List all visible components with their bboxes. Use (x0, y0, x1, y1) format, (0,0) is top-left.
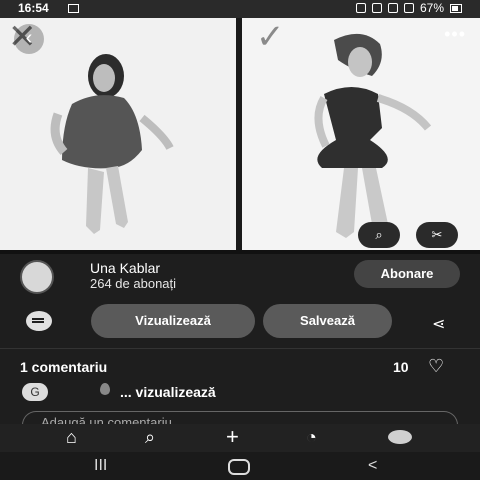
hotspot-icon (371, 3, 382, 13)
status-time: 16:54 (18, 1, 49, 15)
battery-icon (450, 3, 462, 13)
plus-icon[interactable]: + (226, 424, 239, 450)
chat-icon[interactable]: ◔ (306, 427, 317, 448)
share-icon[interactable]: ⋖ (432, 314, 445, 334)
home-button[interactable] (228, 459, 250, 475)
back-icon[interactable]: ‹ (14, 24, 44, 54)
signal-icon (403, 3, 414, 13)
status-bar: 16:54 67% (0, 0, 480, 18)
follow-button[interactable]: Abonare (354, 260, 460, 288)
author-avatar[interactable] (20, 260, 54, 294)
search-icon[interactable]: ⌕ (145, 427, 155, 448)
message-icon[interactable] (26, 311, 52, 331)
heart-icon[interactable]: ♡ (428, 356, 444, 377)
lens-icon[interactable]: ⌕ (358, 222, 400, 248)
bottom-nav: ⌂ ⌕ + ◔ (0, 424, 480, 452)
comments-section: 1 comentariu 10 ♡ G ... vizualizează Ada… (0, 348, 480, 433)
comment-text[interactable]: ... vizualizează (120, 384, 216, 400)
scissors-icon[interactable]: ✂ (416, 222, 458, 248)
home-icon[interactable]: ⌂ (66, 427, 77, 448)
comment-count[interactable]: 1 comentariu (20, 359, 107, 375)
wifi-icon (387, 3, 398, 13)
battery-percent: 67% (419, 1, 444, 15)
save-button[interactable]: Salvează (263, 304, 392, 338)
status-icons: 67% (355, 1, 462, 15)
photo-left[interactable]: ✕ ‹ (0, 18, 236, 250)
author-name[interactable]: Una Kablar (90, 260, 160, 276)
author-followers: 264 de abonați (90, 276, 177, 291)
more-icon[interactable]: ••• (444, 24, 466, 45)
photo-right[interactable]: ✓ ••• ⌕ ✂ (242, 18, 480, 250)
recent-apps-icon[interactable]: III (94, 457, 107, 475)
view-button[interactable]: Vizualizează (91, 304, 255, 338)
commenter-avatar[interactable]: G (22, 383, 48, 401)
gallery-icon (68, 4, 79, 13)
alarm-icon (355, 3, 366, 13)
system-nav: III < (0, 452, 480, 480)
photo-collage[interactable]: ✕ ‹ ✓ ••• ⌕ ✂ (0, 18, 480, 250)
fire-emoji-icon (100, 383, 110, 395)
like-count: 10 (393, 359, 409, 375)
back-button[interactable]: < (368, 457, 377, 475)
like-mark-icon: ✓ (256, 18, 285, 56)
profile-icon[interactable] (388, 430, 412, 444)
